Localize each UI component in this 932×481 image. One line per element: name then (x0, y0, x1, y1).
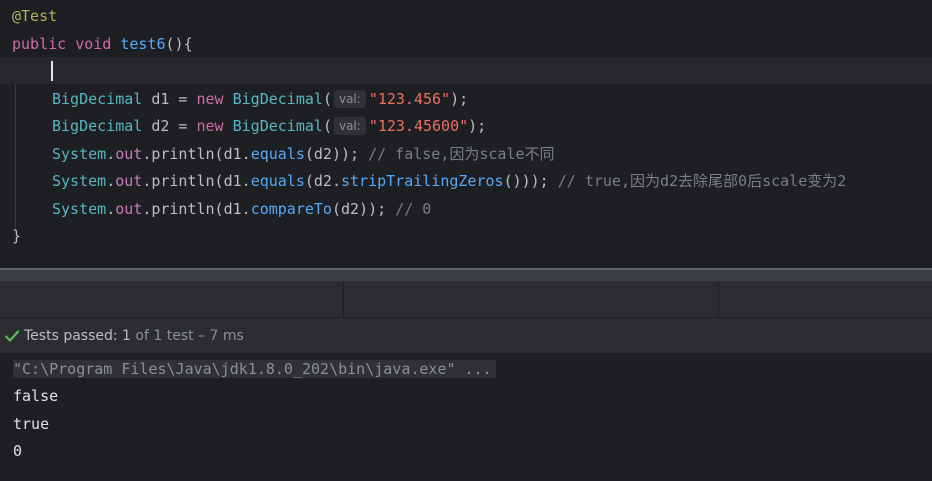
toolbar-divider (343, 282, 344, 318)
console-output-line: true (13, 415, 50, 433)
code-editor[interactable]: @Test public void test6(){ BigDecimal d1… (0, 0, 932, 268)
comment: // false,因为scale不同 (368, 145, 555, 163)
var-d1: d1 = (142, 90, 197, 108)
code-line-d1[interactable]: BigDecimal d1 = new BigDecimal(val: "123.… (0, 86, 932, 113)
keyword-new: new (196, 117, 224, 135)
java-command[interactable]: "C:\Program Files\Java\jdk1.8.0_202\bin\… (13, 360, 496, 378)
call-mid: (d2. (304, 172, 341, 190)
keyword-public: public (12, 35, 67, 53)
code-line-println-3[interactable]: System.out.println(d1.compareTo(d2)); //… (0, 196, 932, 223)
code-line-annotation[interactable]: @Test (0, 3, 932, 30)
status-count: 1 (122, 328, 131, 344)
type-bigdecimal: BigDecimal (52, 117, 143, 135)
call-println: .println(d1. (142, 172, 251, 190)
annotation-test: @Test (12, 7, 58, 25)
status-detail: of 1 test – 7 ms (130, 328, 244, 344)
code-line-closing-brace[interactable]: } (0, 223, 932, 250)
method-strip-trailing-zeros: stripTrailingZeros (341, 172, 504, 190)
param-hint-val: val: (333, 90, 366, 108)
method-equals: equals (250, 145, 305, 163)
closing-brace: } (12, 227, 22, 245)
comment: // 0 (395, 200, 432, 218)
field-out: out (115, 145, 143, 163)
toolbar-divider (718, 282, 719, 318)
code-line-println-2[interactable]: System.out.println(d1.equals(d2.stripTra… (0, 168, 932, 195)
dot: . (106, 145, 116, 163)
var-d2: d2 = (142, 117, 197, 135)
string-literal-d1: "123.456" (368, 90, 451, 108)
signature-rest: (){ (165, 35, 193, 53)
test-status-bar: Tests passed: 1 of 1 test – 7 ms (0, 318, 932, 354)
method-equals: equals (250, 172, 305, 190)
field-out: out (115, 172, 143, 190)
method-compare-to: compareTo (250, 200, 332, 218)
comment: // true,因为d2去除尾部0后scale变为2 (557, 172, 847, 190)
ctor-bigdecimal: BigDecimal (232, 90, 323, 108)
code-line-d2[interactable]: BigDecimal d2 = new BigDecimal(val: "123.… (0, 113, 932, 140)
open-paren: ( (322, 117, 332, 135)
call-args: (d2)); (304, 145, 369, 163)
class-system: System (52, 200, 107, 218)
code-line-current[interactable] (0, 57, 932, 84)
code-line-signature[interactable]: public void test6(){ (0, 31, 932, 58)
call-println: .println(d1. (142, 145, 251, 163)
field-out: out (115, 200, 143, 218)
test-status-text: Tests passed: 1 of 1 test – 7 ms (24, 318, 244, 354)
keyword-void: void (75, 35, 112, 53)
open-paren: ( (322, 90, 332, 108)
panel-splitter[interactable] (0, 268, 932, 282)
call-println: .println(d1. (142, 200, 251, 218)
status-label: Tests passed: (24, 328, 123, 344)
code-line-println-1[interactable]: System.out.println(d1.equals(d2)); // fa… (0, 141, 932, 168)
text-caret (51, 61, 53, 81)
check-icon (4, 330, 20, 342)
dot: . (106, 200, 116, 218)
method-name-test6: test6 (120, 35, 166, 53)
call-args: (d2)); (331, 200, 396, 218)
run-panel-toolbar (0, 282, 932, 318)
class-system: System (52, 145, 107, 163)
dot: . (106, 172, 116, 190)
call-args: ())); (503, 172, 558, 190)
console-output-line: 0 (13, 442, 23, 460)
console-command-line[interactable]: "C:\Program Files\Java\jdk1.8.0_202\bin\… (13, 356, 496, 383)
class-system: System (52, 172, 107, 190)
string-literal-d2: "123.45600" (368, 117, 469, 135)
keyword-new: new (196, 90, 224, 108)
statement-end: ); (450, 90, 469, 108)
console-output[interactable]: "C:\Program Files\Java\jdk1.8.0_202\bin\… (0, 354, 932, 481)
param-hint-val: val: (333, 117, 366, 135)
console-output-line: false (13, 387, 59, 405)
type-bigdecimal: BigDecimal (52, 90, 143, 108)
ctor-bigdecimal: BigDecimal (232, 117, 323, 135)
statement-end: ); (468, 117, 487, 135)
